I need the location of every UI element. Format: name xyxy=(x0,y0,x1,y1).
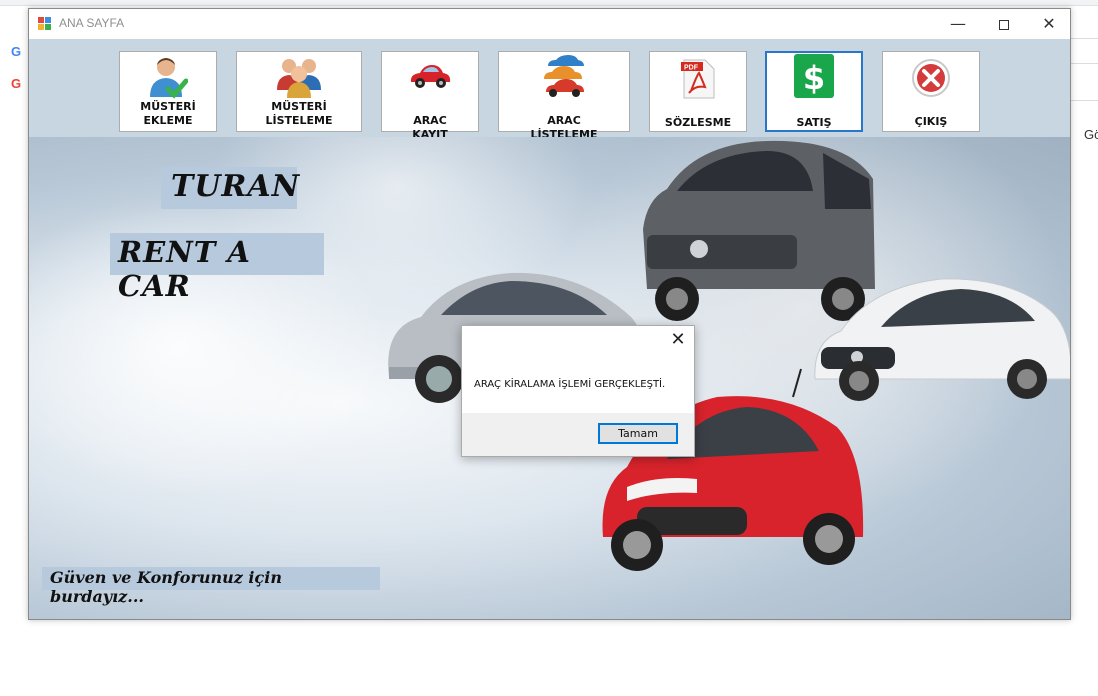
exit-button[interactable]: ÇIKIŞ xyxy=(882,51,980,132)
google-favicon[interactable]: G xyxy=(8,76,24,92)
maximize-button[interactable] xyxy=(981,9,1027,39)
dialog-close-button[interactable]: ✕ xyxy=(668,330,688,350)
brand-subtitle: RENT A CAR xyxy=(110,233,324,303)
toolbar-label-line: ARAC xyxy=(413,114,447,127)
vehicle-list-button[interactable]: ARAC LİSTELEME xyxy=(498,51,630,141)
toolbar-label-line: MÜSTERİ xyxy=(140,100,196,113)
contract-label: SÖZLESME xyxy=(664,116,732,129)
exit-x-icon xyxy=(912,59,950,97)
slogan-text: Güven ve Konforunuz için burdayız... xyxy=(42,567,380,606)
browser-divider xyxy=(1071,100,1098,101)
pdf-file-icon: PDF xyxy=(681,59,715,99)
window-title: ANA SAYFA xyxy=(59,16,125,30)
exit-label: ÇIKIŞ xyxy=(914,115,948,128)
contract-button[interactable]: PDF SÖZLESME xyxy=(649,51,747,132)
maximize-icon xyxy=(999,19,1009,30)
customer-add-label: MÜSTERİ EKLEME xyxy=(120,100,216,128)
minimize-button[interactable]: — xyxy=(935,9,981,39)
main-toolbar: MÜSTERİ EKLEME MÜSTERİ LİSTELEME ARAC KAYIT xyxy=(29,39,1070,141)
dialog-footer: Tamam xyxy=(462,413,694,456)
google-favicon[interactable]: G xyxy=(8,44,24,60)
customer-list-label: MÜSTERİ LİSTELEME xyxy=(237,100,361,128)
sales-button[interactable]: $ SATIŞ xyxy=(765,51,863,132)
background-cut-text: Gö xyxy=(1084,127,1098,142)
close-window-button[interactable]: ✕ xyxy=(1026,9,1070,39)
cars-stack-icon xyxy=(544,55,584,97)
message-dialog: ✕ ARAÇ KİRALAMA İŞLEMİ GERÇEKLEŞTİ. Tama… xyxy=(461,325,695,457)
main-window: ANA SAYFA — ✕ MÜSTERİ EKLEME MÜSTERİ LİS… xyxy=(28,8,1071,620)
toolbar-label-line: LİSTELEME xyxy=(265,114,333,127)
browser-input-edge xyxy=(1071,38,1098,64)
red-car-icon xyxy=(410,65,451,88)
users-group-icon xyxy=(277,59,321,98)
title-bar[interactable]: ANA SAYFA — ✕ xyxy=(29,9,1070,39)
ok-button[interactable]: Tamam xyxy=(598,423,678,444)
app-form-icon xyxy=(38,17,52,31)
toolbar-label-line: MÜSTERİ xyxy=(271,100,327,113)
dollar-icon: $ xyxy=(794,54,834,98)
brand-title: TURAN xyxy=(161,167,299,209)
browser-tab-strip xyxy=(0,0,1098,6)
customer-list-button[interactable]: MÜSTERİ LİSTELEME xyxy=(236,51,362,132)
toolbar-label-line: ARAC xyxy=(547,114,581,127)
vehicle-register-button[interactable]: ARAC KAYIT xyxy=(381,51,479,141)
svg-text:$: $ xyxy=(803,59,825,97)
dialog-message: ARAÇ KİRALAMA İŞLEMİ GERÇEKLEŞTİ. xyxy=(474,379,666,390)
sales-label: SATIŞ xyxy=(796,116,832,129)
toolbar-label-line: EKLEME xyxy=(143,114,193,127)
svg-text:PDF: PDF xyxy=(684,65,699,72)
customer-add-button[interactable]: MÜSTERİ EKLEME xyxy=(119,51,217,132)
user-add-icon xyxy=(150,58,188,99)
